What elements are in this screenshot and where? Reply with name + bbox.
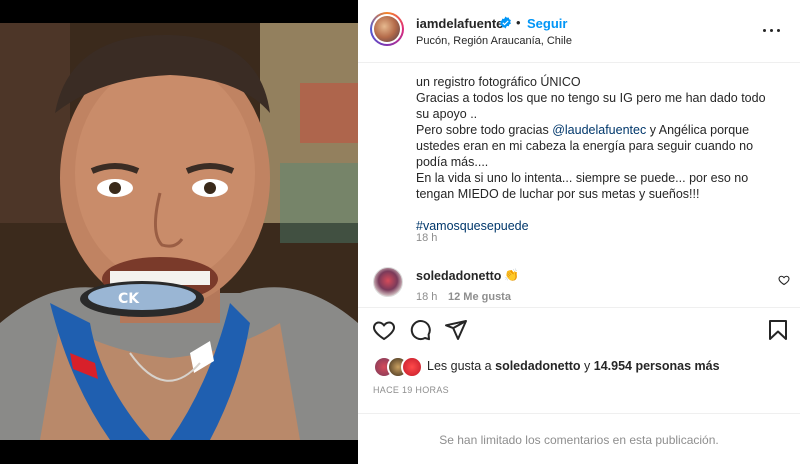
author-username[interactable]: iamdelafuente [416,16,503,31]
caption-line: En la vida si uno lo intenta... siempre … [416,171,749,201]
divider [358,307,800,308]
comment-item: soledadonetto 👏 18 h 12 Me gusta [358,262,800,303]
comment-text: 👏 [504,268,519,282]
post-details-panel: iamdelafuente • Seguir Pucón, Región Ara… [358,0,800,464]
more-options-icon[interactable] [760,22,784,38]
caption-truncated-line [416,64,776,74]
commenter-avatar[interactable] [373,267,403,297]
mention-link[interactable]: @laudelafuentec [552,123,646,137]
action-bar [358,318,800,344]
heart-icon[interactable] [372,318,396,342]
post-photo[interactable]: CK [0,23,358,440]
caption-line: Pero sobre todo gracias @laudelafuentec … [416,123,754,169]
divider [358,413,800,414]
liked-by-row: Les gusta a soledadonetto y 14.954 perso… [358,354,800,378]
instagram-post-modal: CK iamdelafuente • Seguir Pucón, Región … [0,0,800,464]
share-icon[interactable] [444,318,468,342]
verified-badge-icon [500,16,511,29]
svg-text:CK: CK [118,291,140,307]
commenter-username[interactable]: soledadonetto [416,269,501,283]
bookmark-icon[interactable] [766,318,790,342]
author-avatar[interactable] [370,12,404,46]
follow-button[interactable]: Seguir [527,16,567,31]
separator-dot: • [516,15,521,30]
posted-time: HACE 19 HORAS [373,385,449,395]
post-caption: un registro fotográfico ÚNICO Gracias a … [416,52,776,234]
comment-icon[interactable] [408,318,432,342]
comment-time: 18 h [416,291,438,303]
caption-line: un registro fotográfico ÚNICO [416,75,581,89]
comments-limited-notice: Se han limitado los comentarios en esta … [439,433,719,447]
likes-summary[interactable]: Les gusta a soledadonetto y 14.954 perso… [427,359,720,373]
post-location[interactable]: Pucón, Región Araucanía, Chile [416,35,572,47]
post-media-area: CK [0,0,358,464]
comment-likes[interactable]: 12 Me gusta [448,291,511,303]
caption-line: Gracias a todos los que no tengo su IG p… [416,91,766,121]
liker-avatar[interactable] [401,356,423,378]
man-with-medal-illustration: CK [0,23,358,440]
comment-like-heart-icon[interactable] [778,274,790,286]
caption-time: 18 h [416,232,438,244]
hashtag-link[interactable]: #vamosquesepuede [416,218,776,234]
